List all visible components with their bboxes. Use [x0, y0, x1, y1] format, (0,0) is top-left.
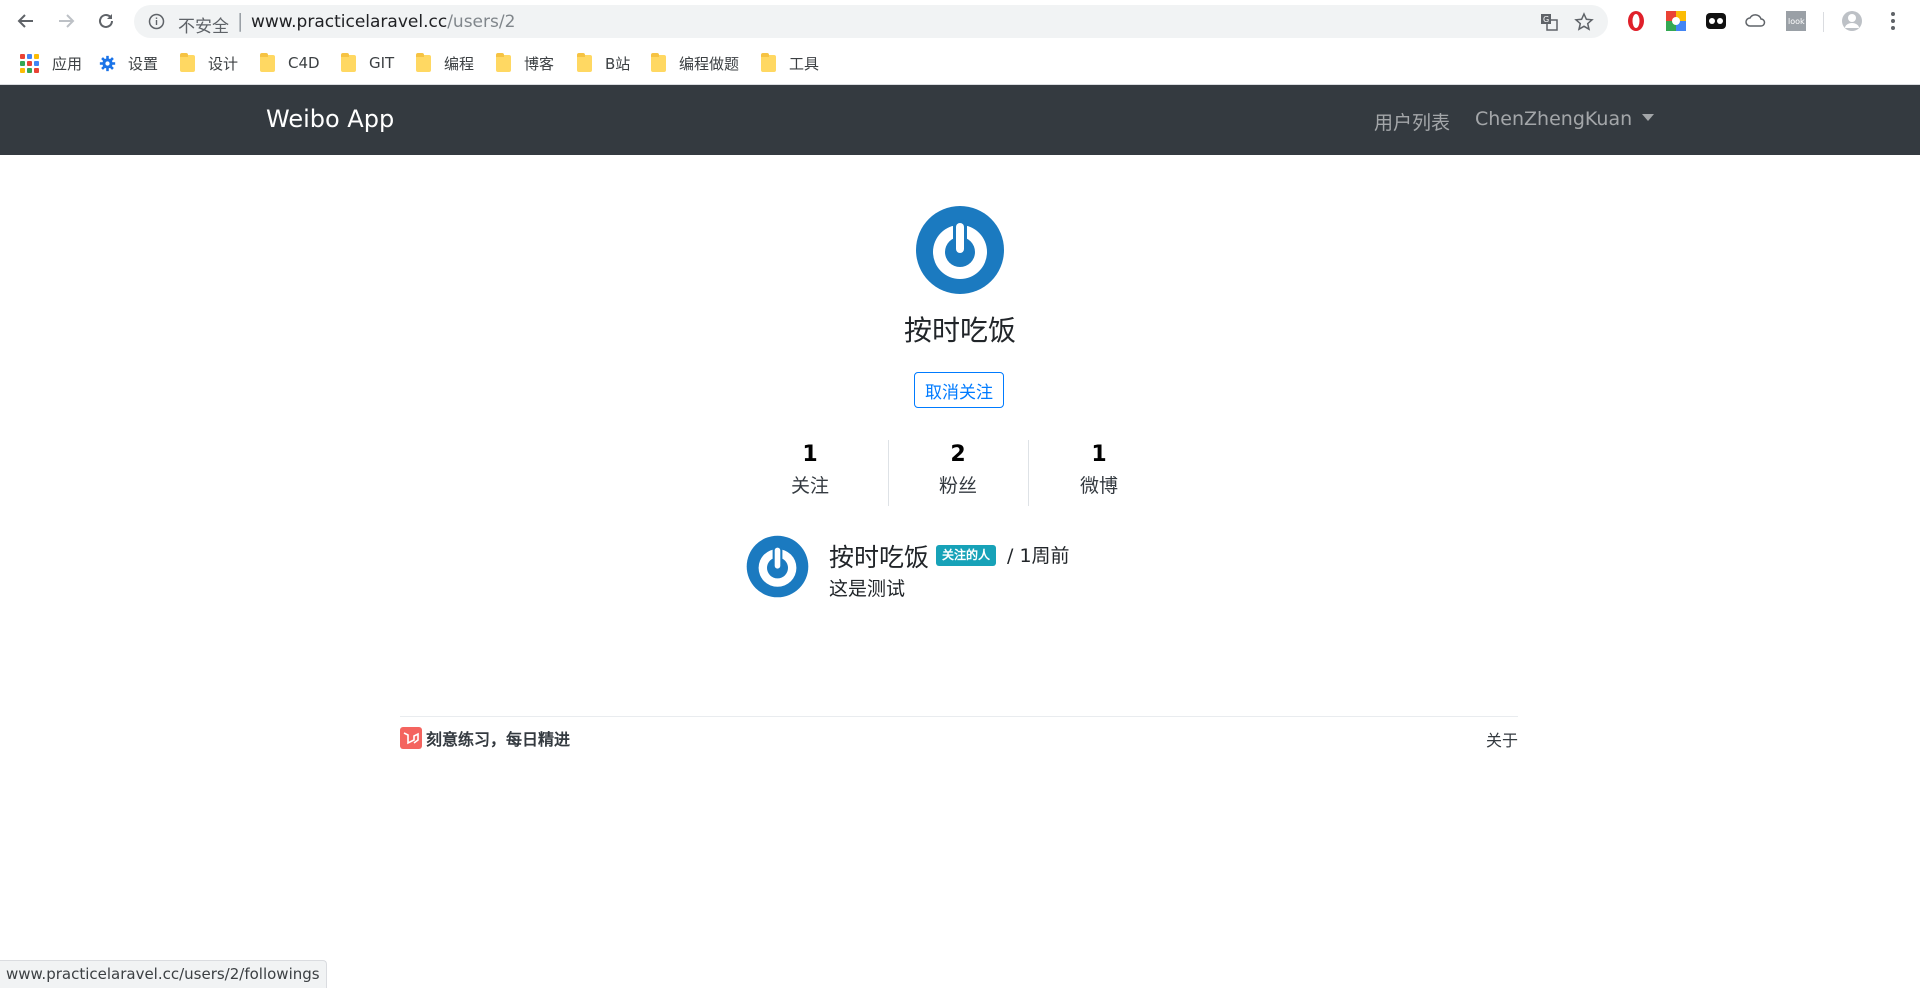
profile-name: 按时吃饭 — [903, 314, 1016, 347]
bookmark-apps[interactable]: 应用 — [20, 52, 82, 74]
reload-button[interactable] — [94, 9, 118, 33]
footer-about-link[interactable]: 关于 — [1486, 727, 1518, 751]
info-icon — [148, 13, 165, 30]
toolbar-divider — [1823, 12, 1824, 32]
svg-text:look: look — [1788, 17, 1805, 26]
folder-icon — [341, 52, 356, 72]
folder-icon — [496, 52, 511, 72]
status-timestamp: / 1周前 — [1007, 545, 1070, 567]
brand-link[interactable]: Weibo App — [266, 105, 394, 133]
footer-slogan: 刻意练习，每日精进 — [426, 730, 571, 749]
link-preview-statusbar: www.practicelaravel.cc/users/2/following… — [0, 960, 327, 988]
bookmark-label: C4D — [288, 54, 320, 72]
bookmark-settings[interactable]: 设置 — [99, 52, 158, 74]
laravel-logo-icon — [400, 727, 422, 749]
bookmark-folder-git[interactable]: GIT — [341, 52, 394, 74]
users-list-link[interactable]: 用户列表 — [1374, 108, 1450, 135]
browser-toolbar: 不安全 | www.practicelaravel.cc/users/2 G l… — [0, 0, 1920, 42]
bookmark-label: 编程做题 — [679, 54, 740, 73]
stat-statuses[interactable]: 1 微博 — [1039, 442, 1159, 498]
bookmark-folder-programming[interactable]: 编程 — [416, 52, 474, 74]
stat-followers[interactable]: 2 粉丝 — [898, 442, 1018, 498]
app-navbar: Weibo App 用户列表 ChenZhengKuan — [0, 85, 1920, 155]
url-text[interactable]: www.practicelaravel.cc/users/2 — [251, 12, 515, 32]
bookmark-folder-blog[interactable]: 博客 — [496, 52, 554, 74]
insecure-label: 不安全 — [178, 17, 229, 37]
apps-grid-icon — [20, 53, 39, 73]
stat-label: 微博 — [1079, 475, 1118, 497]
folder-icon — [180, 52, 195, 72]
arrow-right-icon — [59, 14, 75, 28]
gravatar-icon — [916, 206, 1004, 294]
folder-icon — [651, 52, 666, 72]
gear-icon — [99, 55, 116, 71]
footer-brand: 刻意练习，每日精进 — [400, 726, 570, 750]
bookmark-label: 工具 — [789, 54, 820, 73]
forward-button[interactable] — [54, 9, 78, 33]
gravatar-icon — [746, 535, 809, 598]
translate-icon[interactable]: G — [1540, 13, 1558, 31]
address-bar[interactable]: 不安全 | www.practicelaravel.cc/users/2 G — [134, 5, 1608, 38]
url-path: /users/2 — [447, 12, 516, 32]
bookmark-folder-coding-practice[interactable]: 编程做题 — [651, 52, 739, 74]
folder-icon — [577, 52, 592, 72]
bookmark-folder-bilibili[interactable]: B站 — [577, 52, 630, 74]
stat-divider — [888, 440, 889, 506]
footer-divider — [400, 716, 1518, 717]
menu-kebab-icon[interactable] — [1882, 10, 1904, 32]
stat-label: 粉丝 — [938, 475, 977, 497]
bookmark-label: 设置 — [128, 54, 159, 73]
current-user-name: ChenZhengKuan — [1475, 108, 1633, 130]
opera-icon[interactable] — [1625, 10, 1647, 32]
stat-divider — [1028, 440, 1029, 506]
stat-value: 2 — [950, 442, 966, 467]
back-button[interactable] — [14, 9, 38, 33]
arrow-left-icon — [17, 14, 33, 28]
folder-icon — [761, 52, 776, 72]
status-author-link[interactable]: 按时吃饭 — [829, 538, 929, 574]
stat-followings[interactable]: 1 关注 — [750, 442, 870, 498]
status-content: 这是测试 — [829, 578, 906, 600]
bookmark-label: GIT — [369, 54, 395, 72]
profile-avatar — [915, 205, 1005, 295]
google-extension-icon[interactable] — [1665, 10, 1687, 32]
svg-text:G: G — [1543, 15, 1549, 24]
bookmark-folder-c4d[interactable]: C4D — [260, 52, 320, 74]
cloud-extension-icon[interactable] — [1745, 10, 1767, 32]
bookmark-folder-design[interactable]: 设计 — [180, 52, 238, 74]
bookmark-folder-tools[interactable]: 工具 — [761, 52, 819, 74]
caret-down-icon — [1642, 114, 1655, 121]
bookmark-label: 应用 — [52, 54, 83, 73]
look-extension-icon[interactable]: look — [1785, 10, 1807, 32]
url-host: www.practicelaravel.cc — [251, 12, 448, 32]
following-badge: 关注的人 — [936, 545, 997, 566]
bookmarks-bar: 应用 设置 设计 C4D GIT 编程 博客 B站 编程做题 工具 — [0, 42, 1920, 85]
folder-icon — [260, 52, 275, 72]
user-dropdown-toggle[interactable]: ChenZhengKuan — [1475, 108, 1655, 130]
bookmark-label: 设计 — [208, 54, 239, 73]
bookmark-label: B站 — [605, 54, 631, 73]
status-avatar[interactable] — [746, 535, 809, 598]
folder-icon — [416, 52, 431, 72]
stat-label: 关注 — [790, 475, 829, 497]
profile-avatar-icon[interactable] — [1841, 10, 1863, 32]
unfollow-button[interactable]: 取消关注 — [914, 372, 1004, 408]
bookmark-label: 博客 — [524, 54, 555, 73]
bookmark-star-icon[interactable] — [1574, 12, 1594, 32]
stat-value: 1 — [1091, 442, 1107, 467]
omnibox-separator: | — [237, 10, 244, 32]
stat-value: 1 — [802, 442, 818, 467]
bookmark-label: 编程 — [444, 54, 475, 73]
mask-extension-icon[interactable] — [1705, 10, 1727, 32]
reload-icon — [99, 13, 113, 28]
